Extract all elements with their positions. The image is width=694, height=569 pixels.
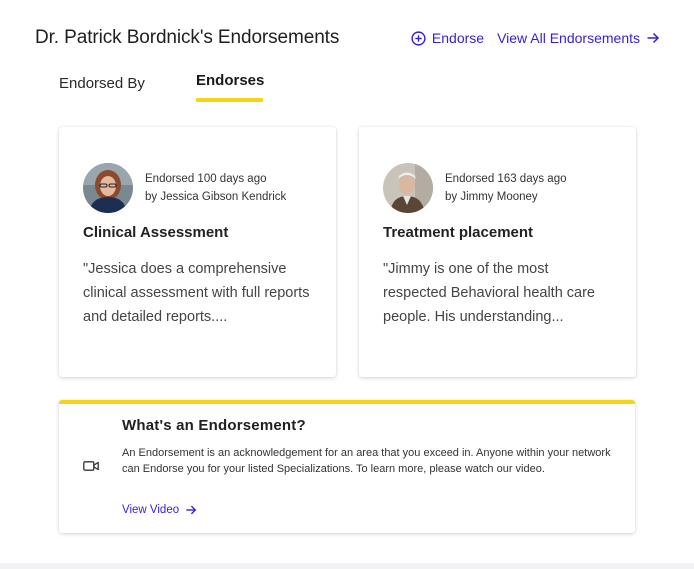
card-header: Endorsed 163 days ago by Jimmy Mooney [383, 163, 566, 213]
view-all-label: View All Endorsements [497, 30, 640, 46]
tab-endorses[interactable]: Endorses [196, 72, 264, 89]
info-title: What's an Endorsement? [122, 417, 306, 434]
card-quote: "Jimmy is one of the most respected Beha… [383, 261, 595, 325]
endorsement-meta: Endorsed 163 days ago by Jimmy Mooney [445, 170, 566, 206]
avatar [383, 163, 433, 213]
view-all-endorsements-link[interactable]: View All Endorsements [497, 30, 660, 46]
endorser-name[interactable]: by Jimmy Mooney [445, 188, 566, 206]
card-quote: "Jessica does a comprehensive clinical a… [83, 261, 310, 325]
arrow-right-icon [646, 31, 660, 45]
active-tab-indicator [196, 98, 263, 102]
avatar [83, 163, 133, 213]
card-title: Clinical Assessment [83, 224, 229, 241]
card-title: Treatment placement [383, 224, 534, 241]
endorse-label: Endorse [431, 30, 485, 46]
plus-circle-icon [411, 30, 426, 46]
endorsed-time: Endorsed 100 days ago [145, 173, 267, 185]
view-video-label: View Video [122, 504, 180, 516]
endorse-button[interactable]: Endorse [411, 30, 484, 46]
info-text: An Endorsement is an acknowledgement for… [122, 447, 611, 475]
arrow-right-icon [185, 504, 197, 516]
header-actions: Endorse View All Endorsements [411, 30, 660, 46]
view-video-link[interactable]: View Video [122, 504, 197, 516]
endorsement-card[interactable]: Endorsed 100 days ago by Jessica Gibson … [59, 127, 336, 377]
endorser-name[interactable]: by Jessica Gibson Kendrick [145, 188, 286, 206]
page-footer-strip [0, 563, 694, 569]
video-camera-icon [83, 459, 99, 477]
endorsement-info-box: What's an Endorsement? An Endorsement is… [59, 400, 635, 533]
endorsement-card[interactable]: Endorsed 163 days ago by Jimmy Mooney Tr… [359, 127, 636, 377]
page-header: Dr. Patrick Bordnick's Endorsements Endo… [35, 25, 660, 51]
card-header: Endorsed 100 days ago by Jessica Gibson … [83, 163, 286, 213]
page-title: Dr. Patrick Bordnick's Endorsements [35, 27, 340, 48]
endorsement-meta: Endorsed 100 days ago by Jessica Gibson … [145, 170, 286, 206]
endorsed-time: Endorsed 163 days ago [445, 173, 567, 185]
tab-endorsed-by[interactable]: Endorsed By [59, 75, 145, 92]
info-accent-bar [59, 400, 635, 404]
